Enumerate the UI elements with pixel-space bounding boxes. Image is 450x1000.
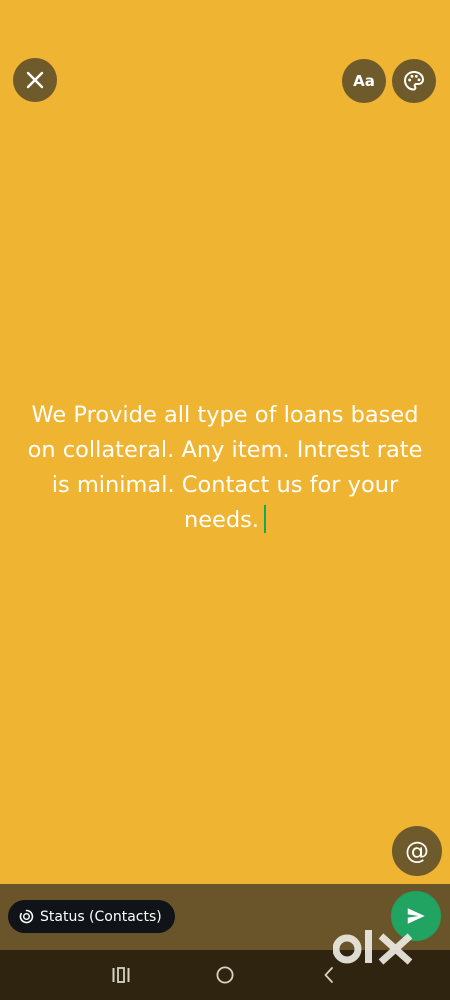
close-icon <box>26 71 44 89</box>
status-audience-chip[interactable]: Status (Contacts) <box>8 900 175 933</box>
palette-icon <box>403 70 425 91</box>
status-composer: Aa We Provide all type of loans based on… <box>0 0 450 1000</box>
olx-watermark-logo <box>333 930 413 965</box>
recents-icon <box>112 967 130 983</box>
recents-button[interactable] <box>108 962 134 988</box>
status-ring-icon <box>19 909 34 924</box>
mention-icon: @ <box>405 837 429 865</box>
close-button[interactable] <box>13 58 57 102</box>
send-icon <box>407 908 425 924</box>
text-cursor <box>264 504 267 533</box>
status-text: We Provide all type of loans based on co… <box>27 402 423 533</box>
status-audience-label: Status (Contacts) <box>40 908 162 925</box>
color-palette-button[interactable] <box>392 59 436 103</box>
home-icon <box>216 966 234 984</box>
status-text-editor[interactable]: We Provide all type of loans based on co… <box>20 398 430 538</box>
home-button[interactable] <box>212 962 238 988</box>
font-style-button[interactable]: Aa <box>342 59 386 103</box>
font-style-label: Aa <box>353 72 375 90</box>
mention-button[interactable]: @ <box>392 826 442 876</box>
